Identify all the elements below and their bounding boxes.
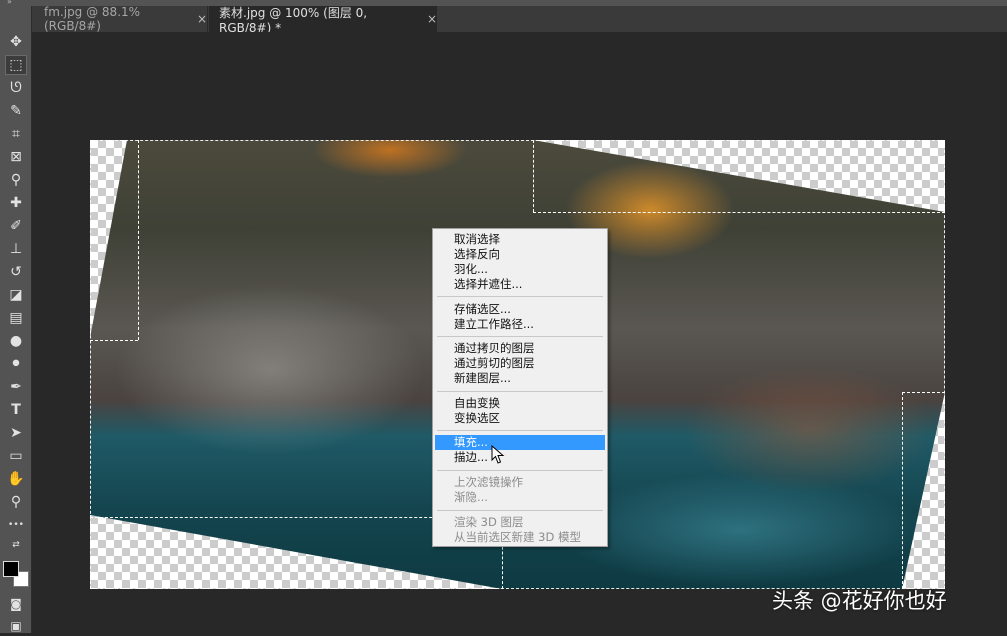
document-tab-bar: fm.jpg @ 88.1%(RGB/8#) × 素材.jpg @ 100% (… bbox=[32, 5, 1007, 35]
swap-colors-icon[interactable]: ⇄ bbox=[5, 539, 27, 551]
eyedropper-tool-icon[interactable]: ⚲ bbox=[5, 170, 27, 190]
menu-item-new-3d-from-selection: 从当前选区新建 3D 模型 bbox=[454, 530, 581, 544]
menu-item-free-transform[interactable]: 自由变换 bbox=[435, 396, 605, 411]
zoom-tool-icon[interactable]: ⚲ bbox=[5, 492, 27, 512]
eraser-tool-icon[interactable]: ◪ bbox=[5, 285, 27, 305]
menu-item-layer-via-copy[interactable]: 通过拷贝的图层 bbox=[435, 341, 605, 356]
mouse-cursor-icon bbox=[491, 445, 505, 464]
rectangular-marquee-tool-icon[interactable]: ⬚ bbox=[5, 55, 27, 75]
menu-separator bbox=[437, 510, 603, 511]
menu-item-deselect[interactable]: 取消选择 bbox=[435, 232, 605, 247]
move-tool-icon[interactable]: ✥ bbox=[5, 32, 27, 52]
menu-separator bbox=[437, 470, 603, 471]
clone-stamp-tool-icon[interactable]: ⊥ bbox=[5, 239, 27, 259]
more-tools-icon[interactable]: ••• bbox=[5, 515, 27, 535]
tools-panel: ✥ ⬚ ᘎ ✎ ⌗ ⊠ ⚲ ✚ ✐ ⊥ ↺ ◪ ▤ ● ⚫ ✒ T ➤ ▭ ✋ … bbox=[0, 6, 32, 633]
hand-tool-icon[interactable]: ✋ bbox=[5, 469, 27, 489]
history-brush-tool-icon[interactable]: ↺ bbox=[5, 262, 27, 282]
rectangle-tool-icon[interactable]: ▭ bbox=[5, 446, 27, 466]
menu-separator bbox=[437, 430, 603, 431]
menu-separator bbox=[437, 336, 603, 337]
frame-tool-icon[interactable]: ⊠ bbox=[5, 147, 27, 167]
pen-tool-icon[interactable]: ✒ bbox=[5, 377, 27, 397]
tab-close-icon[interactable]: × bbox=[427, 12, 437, 26]
menu-separator bbox=[437, 391, 603, 392]
lasso-tool-icon[interactable]: ᘎ bbox=[5, 78, 27, 98]
menu-item-fill[interactable]: 填充... bbox=[435, 435, 605, 450]
menu-item-select-and-mask[interactable]: 选择并遮住... bbox=[435, 277, 605, 292]
menu-item-layer-via-cut[interactable]: 通过剪切的图层 bbox=[435, 356, 605, 371]
quick-mask-icon[interactable]: ◙ bbox=[5, 594, 27, 614]
menu-item-select-inverse[interactable]: 选择反向 bbox=[435, 247, 605, 262]
path-selection-tool-icon[interactable]: ➤ bbox=[5, 423, 27, 443]
menu-item-stroke[interactable]: 描边... bbox=[435, 450, 605, 465]
menu-item-last-filter: 上次滤镜操作 bbox=[454, 475, 523, 489]
menu-item-make-work-path[interactable]: 建立工作路径... bbox=[435, 317, 605, 332]
menu-separator bbox=[437, 296, 603, 297]
menu-item-feather[interactable]: 羽化... bbox=[435, 262, 605, 277]
screen-mode-icon[interactable]: ▣ bbox=[5, 616, 27, 636]
menu-item-transform-selection[interactable]: 变换选区 bbox=[435, 411, 605, 426]
foreground-color-swatch[interactable] bbox=[3, 561, 19, 577]
tab-label: 素材.jpg @ 100% (图层 0, RGB/8#) * bbox=[219, 5, 368, 35]
blur-tool-icon[interactable]: ● bbox=[5, 331, 27, 351]
menu-item-render-3d-layer: 渲染 3D 图层 bbox=[454, 515, 524, 529]
menu-item-save-selection[interactable]: 存储选区... bbox=[435, 302, 605, 317]
crop-tool-icon[interactable]: ⌗ bbox=[5, 124, 27, 144]
context-menu: 取消选择 选择反向 羽化... 选择并遮住... 存储选区... 建立工作路径.… bbox=[432, 228, 608, 547]
tab-fm-jpg[interactable]: fm.jpg @ 88.1%(RGB/8#) × bbox=[32, 5, 208, 33]
tab-sucai-jpg[interactable]: 素材.jpg @ 100% (图层 0, RGB/8#) * × bbox=[209, 5, 437, 35]
watermark: 头条 @花好你也好 bbox=[772, 589, 947, 613]
gradient-tool-icon[interactable]: ▤ bbox=[5, 308, 27, 328]
tab-close-icon[interactable]: × bbox=[197, 12, 207, 26]
quick-selection-tool-icon[interactable]: ✎ bbox=[5, 101, 27, 121]
tab-label: fm.jpg @ 88.1%(RGB/8#) bbox=[44, 5, 141, 33]
menu-item-fade: 渐隐... bbox=[454, 490, 488, 504]
menu-item-new-layer[interactable]: 新建图层... bbox=[435, 371, 605, 386]
dodge-tool-icon[interactable]: ⚫ bbox=[5, 354, 27, 374]
type-tool-icon[interactable]: T bbox=[5, 400, 27, 420]
healing-brush-tool-icon[interactable]: ✚ bbox=[5, 193, 27, 213]
brush-tool-icon[interactable]: ✐ bbox=[5, 216, 27, 236]
color-swatches bbox=[3, 561, 31, 589]
